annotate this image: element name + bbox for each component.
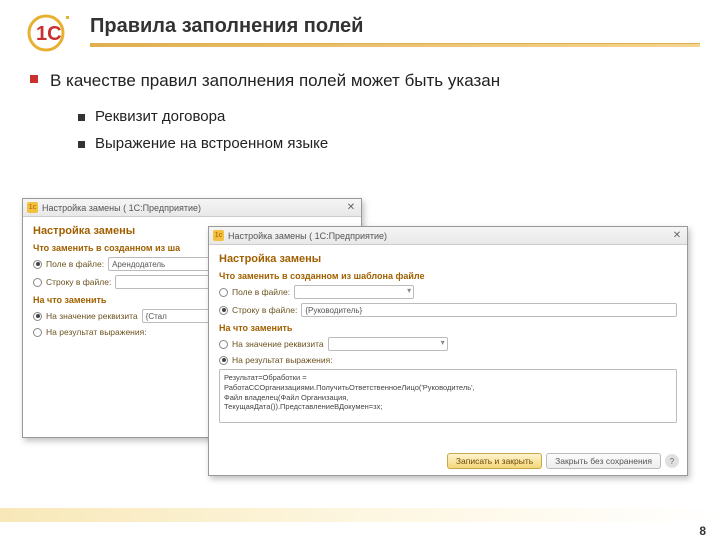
radio-label: На значение реквизита [46,311,138,321]
radio-attribute-value[interactable] [33,312,42,321]
code-line: РаботаССОрганизациями.ПолучитьОтветствен… [224,383,672,393]
code-line: ТекущаяДата()).ПредставлениеВДокумен=зх; [224,402,672,412]
dialog-heading: Настройка замены [219,253,677,265]
svg-text:1С: 1С [36,23,62,45]
radio-string-in-file[interactable] [219,306,228,315]
app-icon: 1c [213,230,224,241]
dialog-settings-2: 1c Настройка замены ( 1С:Предприятие) ✕ … [208,226,688,476]
section-replace-with: На что заменить [219,323,677,333]
footer-gradient [0,508,720,522]
radio-field-in-file[interactable] [33,260,42,269]
expression-textarea[interactable]: Результат=Обработки = РаботаССОрганизаци… [219,369,677,423]
titlebar: 1c Настройка замены ( 1С:Предприятие) ✕ [23,199,361,217]
bullet-main: В качестве правил заполнения полей может… [30,70,690,92]
string-input[interactable]: {Руководитель} [301,303,677,317]
bullet-icon [78,114,85,121]
save-and-close-button[interactable]: Записать и закрыть [447,453,542,469]
bullet-icon [30,75,38,83]
button-bar: Записать и закрыть Закрыть без сохранени… [447,453,679,469]
slide-title: Правила заполнения полей [90,10,700,44]
title-underline [90,44,700,47]
radio-label: На результат выражения: [232,355,333,365]
radio-string-in-file[interactable] [33,278,42,287]
bullet-sub-2: Выражение на встроенном языке [78,135,690,152]
titlebar: 1c Настройка замены ( 1С:Предприятие) ✕ [209,227,687,245]
code-line: Файл владелец(Файл Организация, [224,393,672,403]
close-without-save-button[interactable]: Закрыть без сохранения [546,453,661,469]
radio-label: Поле в файле: [232,287,290,297]
radio-expression-result[interactable] [219,356,228,365]
bullet-main-text: В качестве правил заполнения полей может… [50,70,500,92]
radio-label: Строку в файле: [232,305,297,315]
radio-label: Строку в файле: [46,277,111,287]
radio-attribute-value[interactable] [219,340,228,349]
radio-label: На значение реквизита [232,339,324,349]
code-line: Результат=Обработки = [224,373,672,383]
page-number: 8 [699,524,706,538]
attribute-select[interactable] [328,337,448,351]
app-icon: 1c [27,202,38,213]
radio-label: Поле в файле: [46,259,104,269]
close-icon[interactable]: ✕ [345,202,357,214]
section-what-replace: Что заменить в созданном из шаблона файл… [219,271,677,281]
sub1-text: Реквизит договора [95,108,225,125]
bullet-sub-1: Реквизит договора [78,108,690,125]
window-title: Настройка замены ( 1С:Предприятие) [42,203,201,213]
window-title: Настройка замены ( 1С:Предприятие) [228,231,387,241]
logo-1c: 1С [18,10,78,55]
radio-expression-result[interactable] [33,328,42,337]
close-icon[interactable]: ✕ [671,230,683,242]
sub2-text: Выражение на встроенном языке [95,135,328,152]
field-select[interactable] [294,285,414,299]
help-icon[interactable]: ? [665,454,679,468]
bullet-icon [78,141,85,148]
radio-field-in-file[interactable] [219,288,228,297]
radio-label: На результат выражения: [46,327,147,337]
